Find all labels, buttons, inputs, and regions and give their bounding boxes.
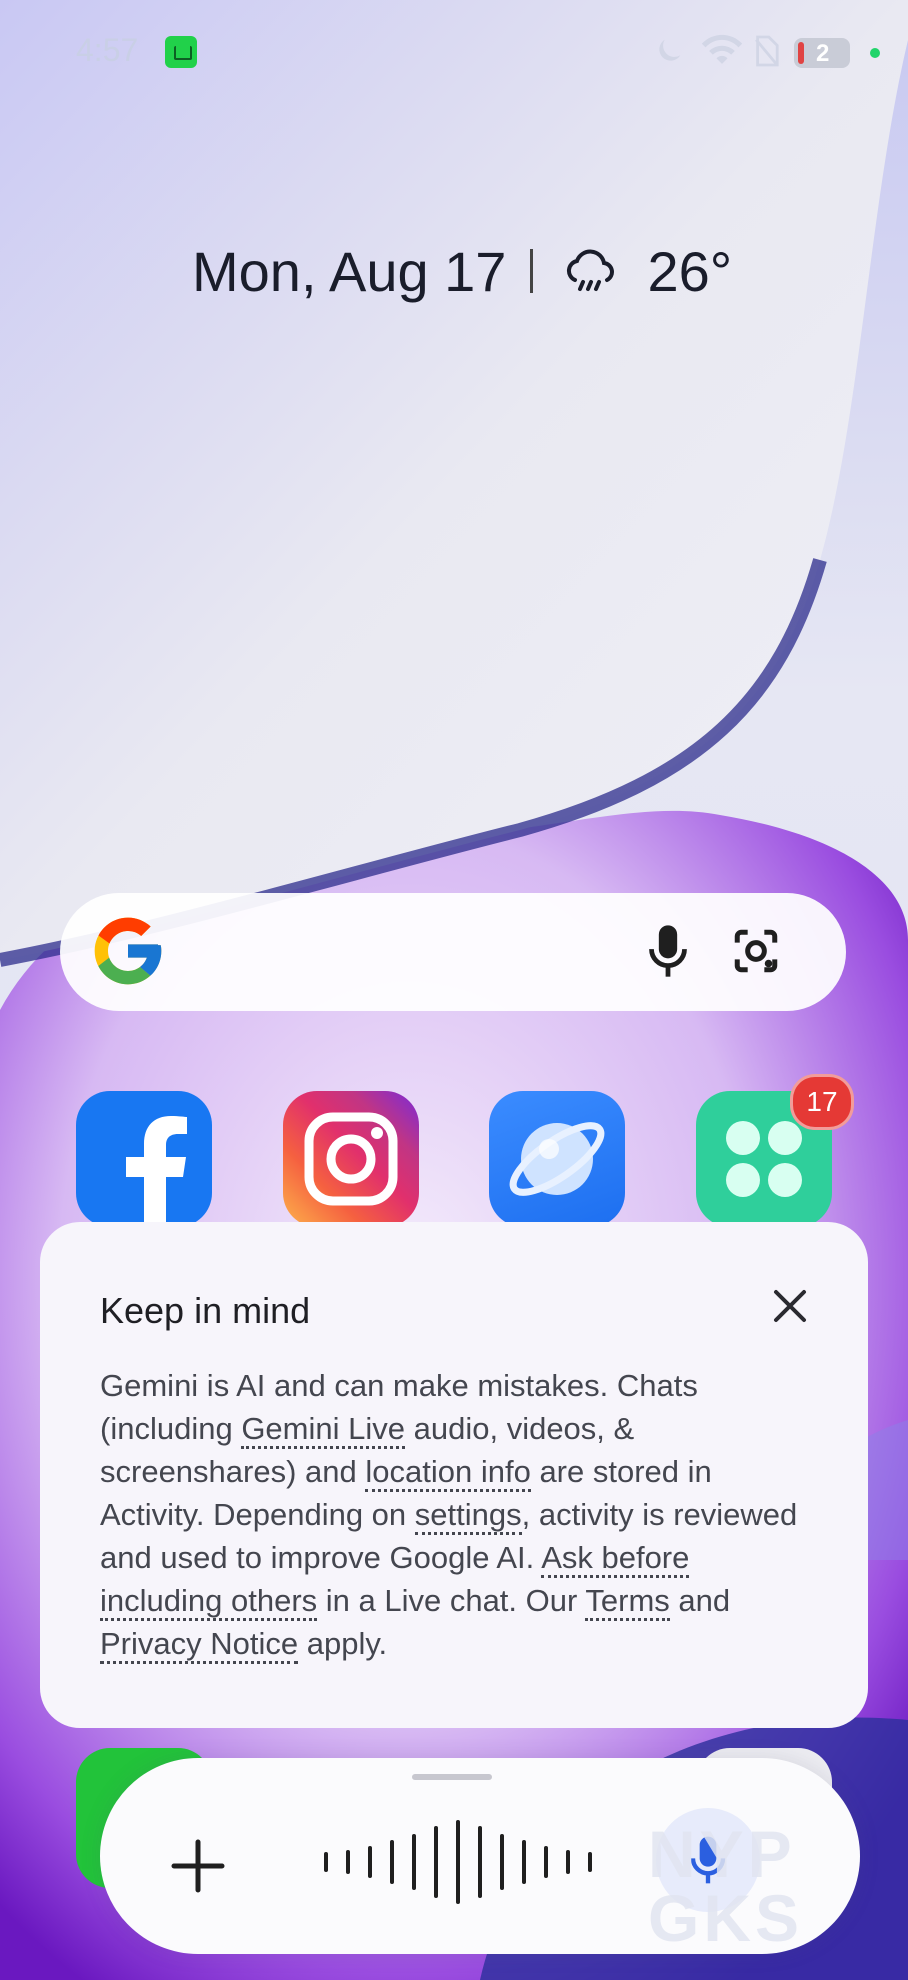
body-text: and xyxy=(669,1583,731,1618)
voice-search-mic-icon[interactable] xyxy=(638,921,698,981)
google-search-bar[interactable] xyxy=(60,893,846,1011)
date-weather-widget[interactable]: Mon, Aug 17 26° xyxy=(192,236,732,306)
rain-cloud-icon xyxy=(567,249,615,291)
battery-indicator: 2 xyxy=(794,38,850,68)
status-time: 4:57 xyxy=(76,32,139,68)
privacy-notice-link[interactable]: Privacy Notice xyxy=(100,1626,299,1664)
instagram-app-icon[interactable] xyxy=(283,1091,419,1227)
watermark-line: GKS xyxy=(648,1881,804,1955)
location-info-link[interactable]: location info xyxy=(365,1454,531,1492)
dialog-body: Gemini is AI and can make mistakes. Chat… xyxy=(100,1364,820,1665)
date-text: Mon, Aug 17 xyxy=(192,239,507,303)
watermark-logo: NYP GKS xyxy=(648,1817,804,1955)
dialog-title: Keep in mind xyxy=(100,1290,311,1331)
close-icon[interactable] xyxy=(762,1278,818,1334)
body-text: in a Live chat. Our xyxy=(317,1583,586,1618)
google-logo-icon xyxy=(94,917,162,985)
wifi-icon xyxy=(700,34,744,73)
status-bar: 4:57 2 xyxy=(0,0,908,104)
drag-handle[interactable] xyxy=(412,1774,492,1780)
facebook-app-icon[interactable] xyxy=(76,1091,212,1227)
add-icon[interactable] xyxy=(168,1836,228,1896)
no-sim-icon xyxy=(752,34,780,73)
body-text: apply. xyxy=(298,1626,388,1661)
gemini-live-link[interactable]: Gemini Live xyxy=(241,1411,405,1449)
google-lens-icon[interactable] xyxy=(726,921,786,981)
settings-link[interactable]: settings xyxy=(414,1497,522,1535)
privacy-dot xyxy=(870,48,880,58)
divider xyxy=(530,249,534,293)
browser-app-icon[interactable] xyxy=(489,1091,625,1227)
live-waveform-icon[interactable] xyxy=(322,1820,594,1904)
battery-level: 2 xyxy=(816,40,830,67)
watermark-line: NYP xyxy=(648,1817,796,1891)
notification-app-icon xyxy=(165,36,197,68)
moon-icon xyxy=(652,34,686,73)
temperature: 26° xyxy=(647,239,733,303)
notification-badge: 17 xyxy=(790,1074,854,1130)
terms-link[interactable]: Terms xyxy=(585,1583,670,1621)
gemini-disclaimer-dialog: Keep in mind Gemini is AI and can make m… xyxy=(40,1222,868,1728)
